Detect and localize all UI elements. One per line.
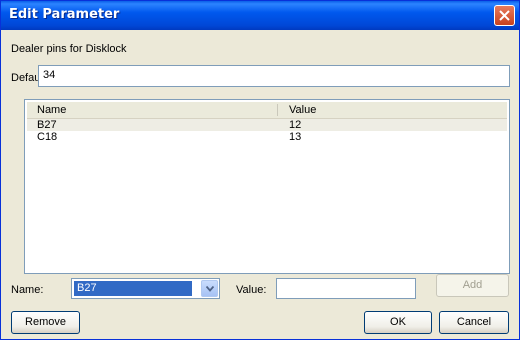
dialog-body: Dealer pins for Disklock Default: 34 Nam… [4, 30, 516, 338]
list-item[interactable]: C18 13 [27, 131, 507, 143]
list-item-name: C18 [37, 131, 58, 143]
list-header: Name Value [27, 102, 507, 119]
dialog-window: Edit Parameter Dealer pins for Disklock … [0, 0, 520, 340]
add-button[interactable]: Add [436, 274, 509, 297]
values-list[interactable]: Name Value B27 12 C18 13 [24, 99, 510, 274]
close-button[interactable] [494, 5, 515, 26]
column-header-value[interactable]: Value [289, 104, 316, 116]
name-dropdown-value: B27 [74, 281, 192, 296]
column-header-name[interactable]: Name [37, 104, 66, 116]
list-item-name: B27 [37, 119, 57, 131]
list-item-value: 13 [289, 131, 302, 143]
name-label: Name: [11, 284, 44, 296]
list-item[interactable]: B27 12 [27, 119, 507, 131]
ok-button[interactable]: OK [364, 311, 432, 334]
dropdown-button[interactable] [201, 280, 218, 297]
title-bar[interactable]: Edit Parameter [1, 1, 519, 30]
close-icon [499, 10, 510, 21]
name-dropdown[interactable]: B27 [71, 278, 220, 299]
list-item-value: 12 [289, 119, 302, 131]
remove-button[interactable]: Remove [11, 311, 80, 334]
chevron-down-icon [206, 286, 214, 292]
window-title: Edit Parameter [9, 7, 120, 22]
value-label: Value: [236, 284, 267, 296]
parameter-description: Dealer pins for Disklock [11, 43, 127, 55]
cancel-button[interactable]: Cancel [439, 311, 509, 334]
value-field[interactable] [276, 278, 416, 299]
column-separator[interactable] [277, 104, 278, 116]
default-field[interactable]: 34 [38, 65, 510, 87]
